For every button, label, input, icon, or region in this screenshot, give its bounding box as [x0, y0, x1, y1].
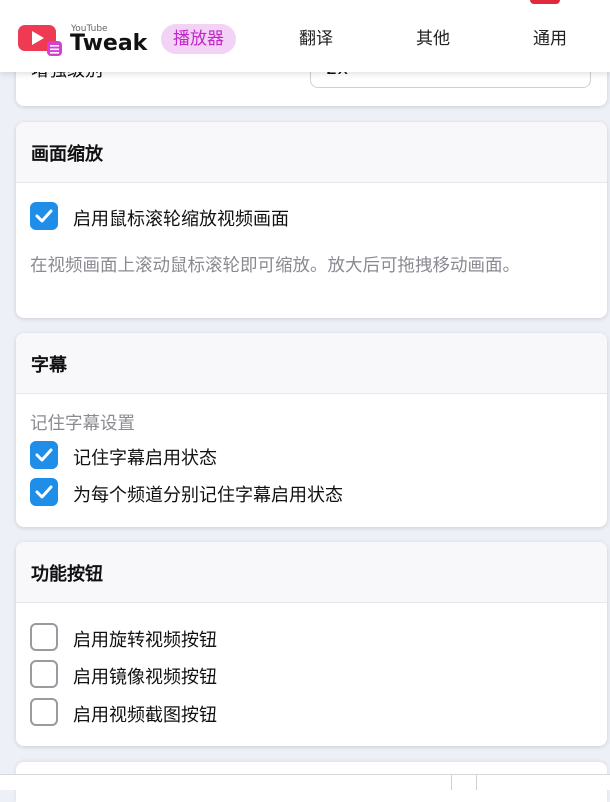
subtitle-card-title: 字幕: [31, 355, 67, 376]
buttons-card-title: 功能按钮: [31, 564, 103, 585]
app-header: YouTube Tweak 播放器 翻译 其他 通用: [0, 0, 610, 72]
buttons-card-header: 功能按钮: [16, 542, 607, 603]
tab-general[interactable]: 通用: [520, 24, 580, 54]
subtitle-card: 字幕 记住字幕设置 记住字幕启用状态 为每个频道分别记住字幕启用状态: [16, 333, 607, 527]
toolbar-divider: [451, 775, 452, 790]
bottom-toolbar: [0, 774, 610, 790]
subtitle-group-label: 记住字幕设置: [30, 414, 135, 434]
checkmark-icon: [35, 448, 53, 462]
zoom-option-label: 启用鼠标滚轮缩放视频画面: [73, 209, 289, 230]
remember-subtitle-label: 记住字幕启用状态: [73, 448, 217, 469]
tab-player[interactable]: 播放器: [161, 24, 236, 54]
zoom-description: 在视频画面上滚动鼠标滚轮即可缩放。放大后可拖拽移动画面。: [30, 256, 520, 276]
per-channel-subtitle-label: 为每个频道分别记住字幕启用状态: [73, 485, 343, 506]
tab-translate[interactable]: 翻译: [286, 24, 346, 54]
tab-other[interactable]: 其他: [403, 24, 463, 54]
mirror-button-checkbox[interactable]: [30, 660, 58, 688]
mirror-button-label: 启用镜像视频按钮: [73, 667, 217, 688]
subtitle-card-header: 字幕: [16, 333, 607, 394]
remember-subtitle-checkbox[interactable]: [30, 441, 58, 469]
zoom-card: 画面缩放 启用鼠标滚轮缩放视频画面 在视频画面上滚动鼠标滚轮即可缩放。放大后可拖…: [16, 122, 607, 318]
checkmark-icon: [35, 209, 53, 223]
zoom-card-title: 画面缩放: [31, 144, 103, 165]
toolbar-divider: [476, 775, 477, 790]
zoom-card-header: 画面缩放: [16, 122, 607, 183]
per-channel-subtitle-checkbox[interactable]: [30, 478, 58, 506]
screenshot-button-checkbox[interactable]: [30, 698, 58, 726]
rotate-button-label: 启用旋转视频按钮: [73, 630, 217, 651]
checkmark-icon: [35, 485, 53, 499]
zoom-checkbox[interactable]: [30, 202, 58, 230]
screenshot-button-label: 启用视频截图按钮: [73, 705, 217, 726]
brand-title: Tweak: [70, 31, 148, 56]
browser-badge: [530, 0, 560, 4]
buttons-card: 功能按钮 启用旋转视频按钮 启用镜像视频按钮 启用视频截图按钮: [16, 542, 607, 746]
youtube-tweak-logo-icon: [18, 25, 62, 56]
rotate-button-checkbox[interactable]: [30, 623, 58, 651]
